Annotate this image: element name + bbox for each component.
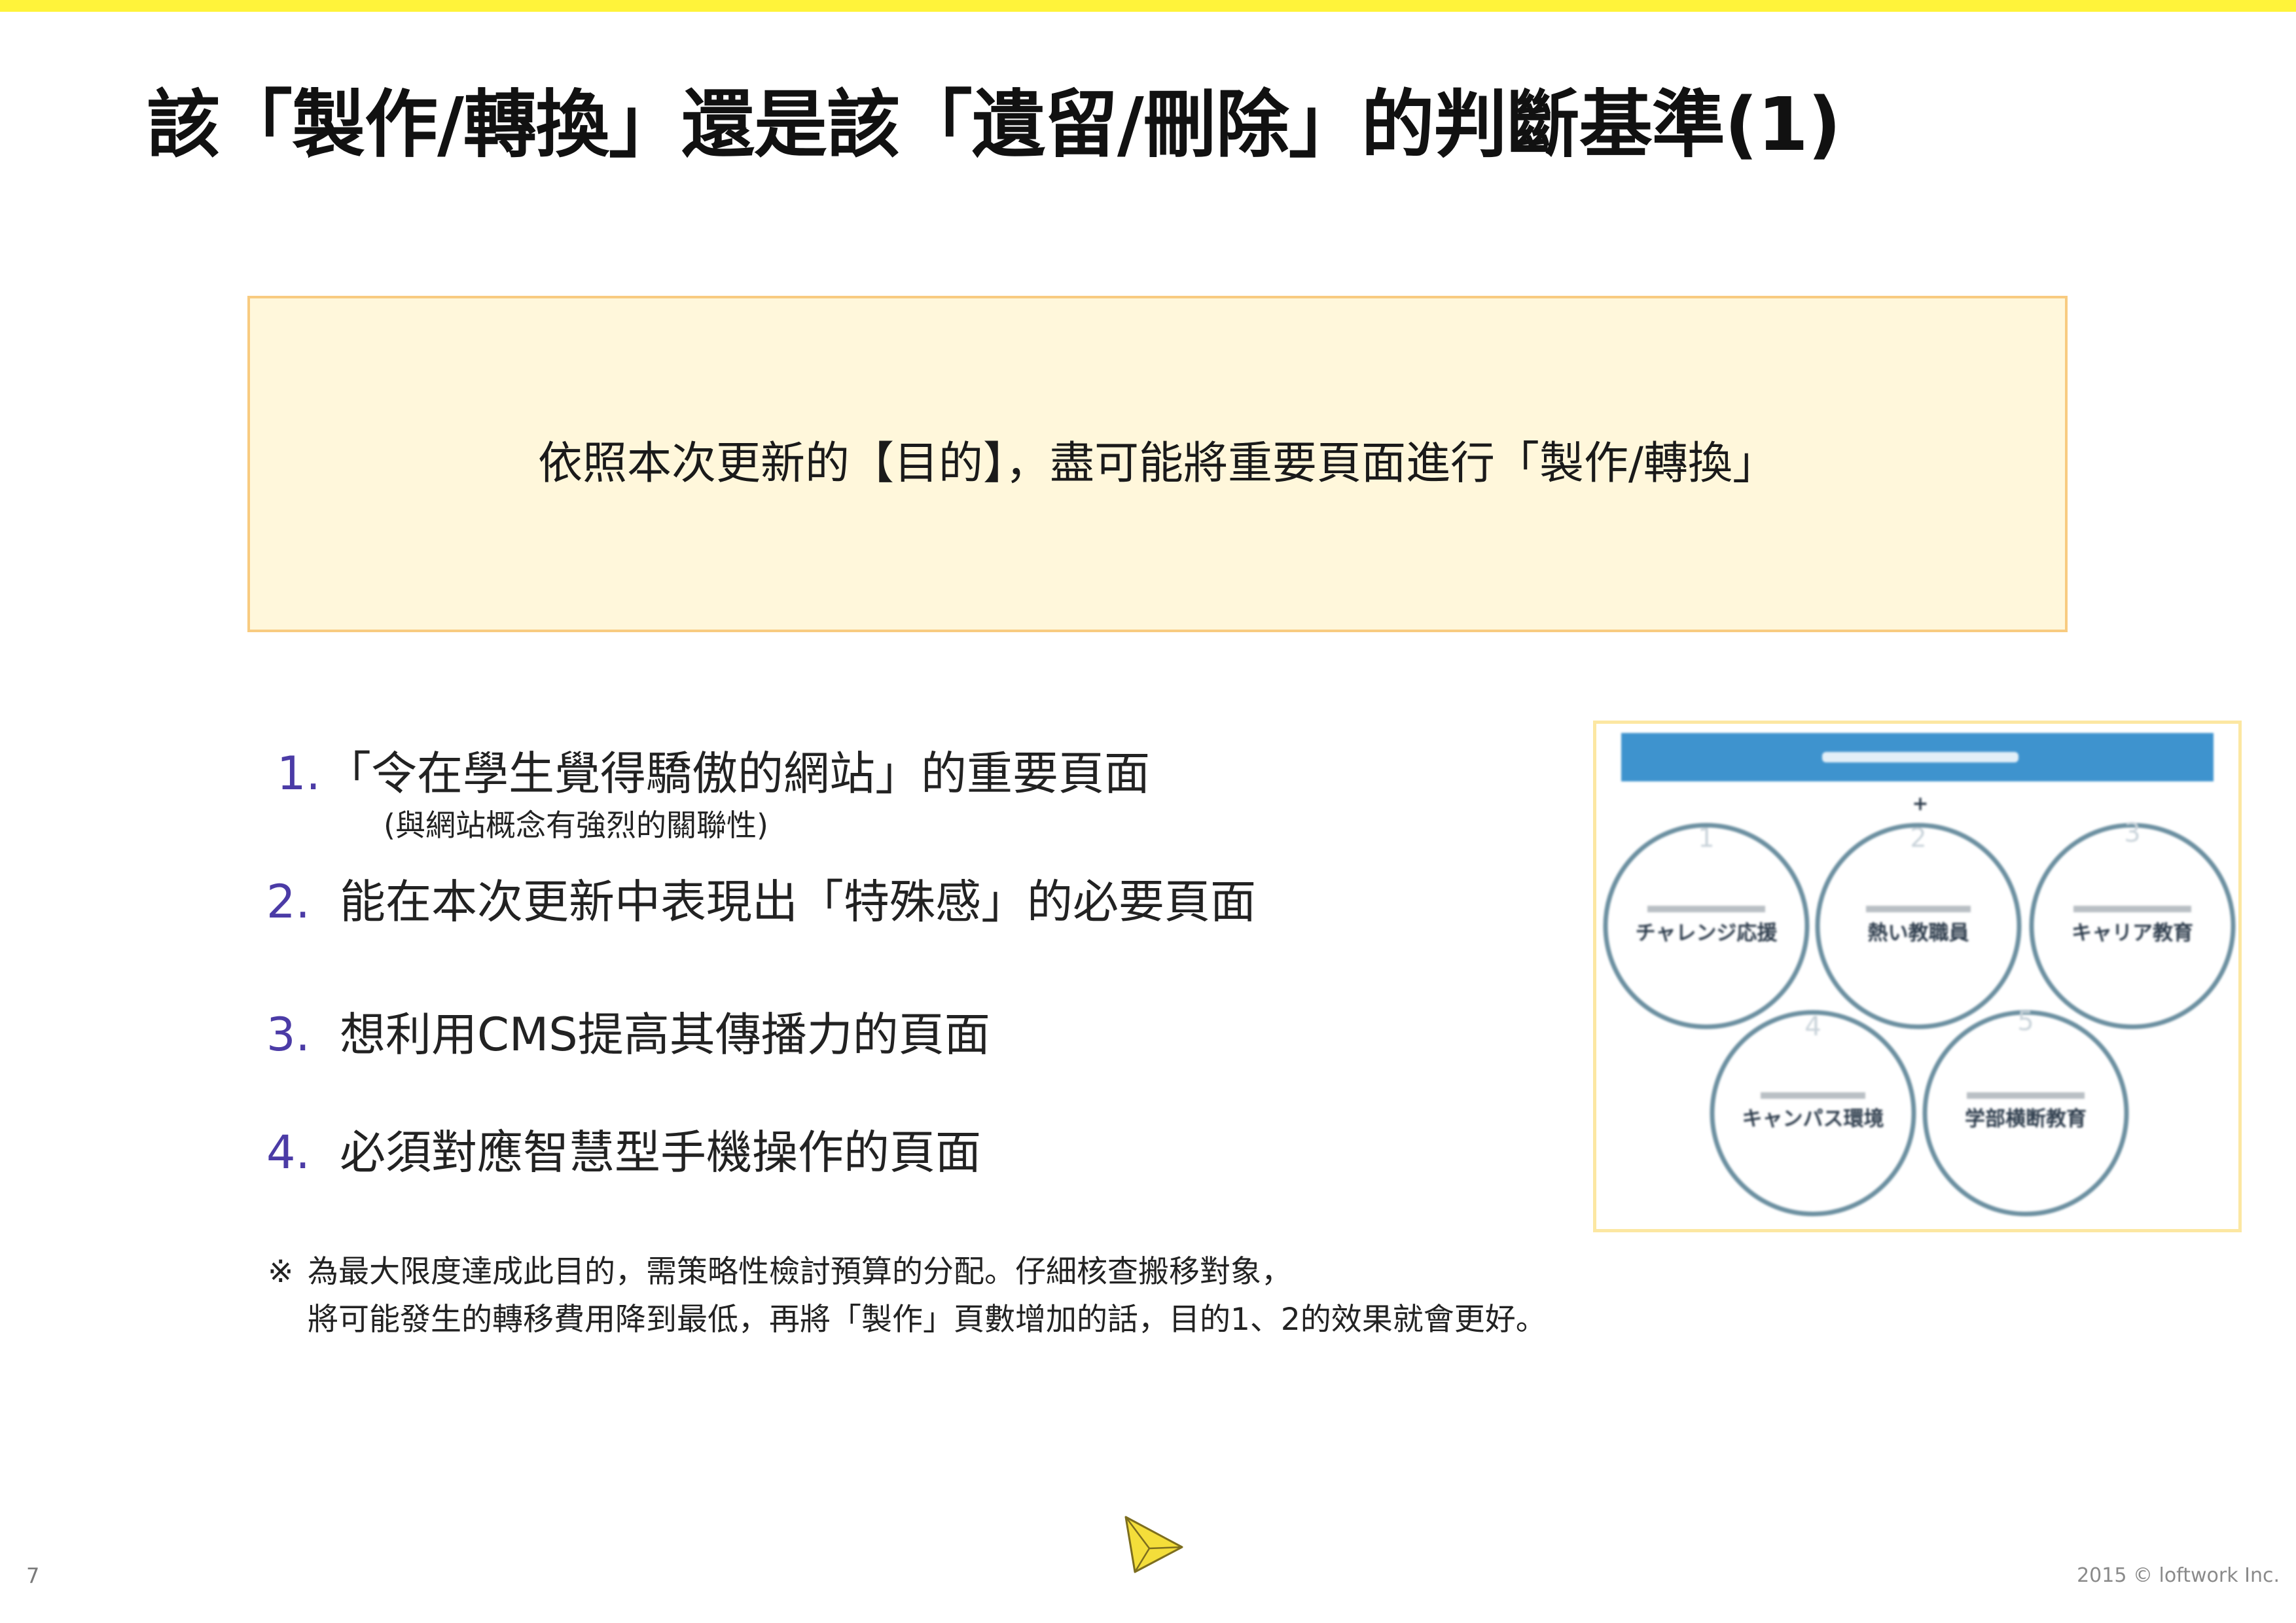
diagram-circle-1: 1 チャレンジ応援 — [1603, 823, 1810, 1029]
footnote-lines: 為最大限度達成此目的，需策略性檢討預算的分配。仔細核查搬移對象， 將可能發生的轉… — [308, 1248, 1547, 1344]
circle-label: 学部横断教育 — [1965, 1107, 2087, 1131]
blurred-caption — [1647, 906, 1765, 912]
diagram-circle-4: 4 キャンパス環境 — [1710, 1010, 1916, 1217]
circle-label: チャレンジ応援 — [1636, 921, 1778, 945]
blurred-caption — [2073, 906, 2191, 912]
criteria-number: 4. — [266, 1126, 310, 1179]
loftwork-triangle-logo-icon — [1124, 1516, 1183, 1573]
copyright-notice: 2015 © loftwork Inc. — [2077, 1564, 2280, 1587]
footnote-line-1: 為最大限度達成此目的，需策略性檢討預算的分配。仔細核查搬移對象， — [308, 1254, 1292, 1290]
circle-number: 2 — [1910, 823, 1926, 853]
criteria-text: 能在本次更新中表現出「特殊感」的必要頁面 — [340, 875, 1256, 929]
criteria-text: 必須對應智慧型手機操作的頁面 — [340, 1126, 981, 1179]
circle-number: 4 — [1804, 1012, 1821, 1042]
criteria-text: 「令在學生覺得驕傲的網站」的重要頁面 — [325, 747, 1150, 800]
logo-triangle — [1124, 1516, 1183, 1573]
page-number: 7 — [26, 1563, 40, 1588]
criteria-number: 3. — [266, 1008, 310, 1061]
circle-label: 熱い教職員 — [1868, 921, 1969, 945]
circle-label: キャリア教育 — [2072, 921, 2193, 945]
diagram-plus-sign: + — [1912, 793, 1928, 815]
top-accent-bar — [0, 0, 2296, 12]
circle-number: 5 — [2017, 1007, 2034, 1037]
circle-number: 1 — [1698, 823, 1714, 853]
criteria-number: 2. — [266, 875, 310, 929]
diagram-header-blurred-caption — [1822, 752, 2018, 762]
blurred-caption — [1967, 1092, 2085, 1099]
criteria-number: 1. — [277, 747, 321, 800]
blurred-caption — [1866, 906, 1971, 912]
circle-number: 3 — [2124, 818, 2140, 848]
diagram-circle-2: 2 熱い教職員 — [1815, 823, 2022, 1029]
diagram-circle-5: 5 学部横断教育 — [1922, 1007, 2129, 1217]
footnote-mark: ※ — [268, 1254, 294, 1290]
slide-title: 該「製作/轉換」還是該「遺留/刪除」的判斷基準(1) — [147, 82, 1841, 168]
site-concept-diagram-image: + 1 チャレンジ応援 2 熱い教職員 3 キャリア教育 4 キャンパス環境 5… — [1593, 721, 2242, 1232]
criteria-item-1-note: (與網站概念有強烈的關聯性) — [384, 808, 768, 843]
diagram-circle-3: 3 キャリア教育 — [2029, 818, 2236, 1029]
criteria-text: 想利用CMS提高其傳播力的頁面 — [340, 1008, 990, 1061]
footnote-line-2: 將可能發生的轉移費用降到最低，再將「製作」頁數增加的話，目的1、2的效果就會更好… — [308, 1302, 1547, 1338]
blurred-caption — [1761, 1092, 1865, 1099]
key-message-text: 依照本次更新的【目的】，盡可能將重要頁面進行「製作/轉換」 — [538, 438, 1777, 490]
diagram-svg: + 1 チャレンジ応援 2 熱い教職員 3 キャリア教育 4 キャンパス環境 5… — [1603, 733, 2236, 1217]
key-message-box: 依照本次更新的【目的】，盡可能將重要頁面進行「製作/轉換」 — [247, 296, 2068, 632]
circle-label: キャンパス環境 — [1742, 1107, 1884, 1131]
